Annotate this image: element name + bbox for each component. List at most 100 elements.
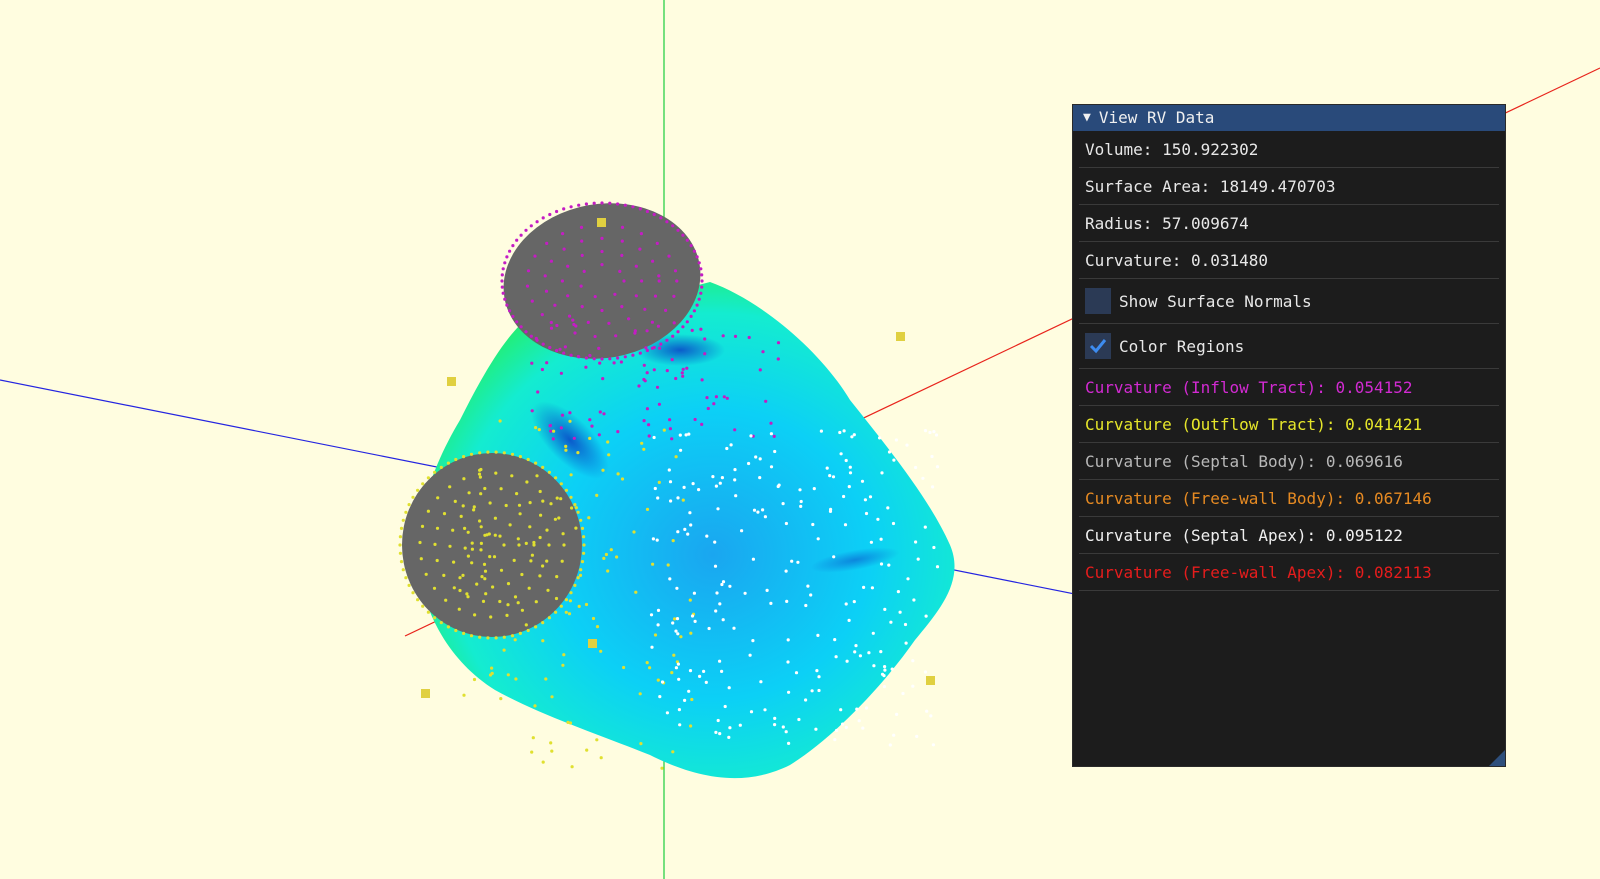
inflow-point (600, 308, 604, 313)
outflow-point (486, 636, 490, 640)
body-point (676, 530, 680, 534)
body-point (718, 732, 722, 736)
color-regions-label[interactable]: Color Regions (1119, 337, 1244, 356)
color-regions-checkbox[interactable] (1085, 333, 1111, 359)
outflow-point (490, 671, 494, 676)
body-point (870, 586, 875, 590)
inflow-point (714, 395, 719, 399)
body-point (852, 433, 856, 437)
inflow-point (545, 361, 549, 365)
outflow-point (660, 766, 664, 770)
outflow-point (463, 526, 467, 531)
body-point (835, 728, 839, 733)
rv-data-panel[interactable]: ▼ View RV Data Volume: 150.922302 Surfac… (1072, 104, 1506, 767)
checkmark-icon (1089, 339, 1107, 354)
inflow-point (674, 376, 678, 381)
inflow-point (577, 203, 581, 207)
outflow-point (524, 541, 528, 546)
inflow-point (562, 351, 566, 355)
inflow-point (524, 228, 528, 232)
resize-grip-icon[interactable] (1489, 750, 1505, 766)
outflow-point (662, 428, 666, 432)
body-point (756, 510, 760, 514)
outflow-point (489, 615, 493, 619)
outflow-point (607, 453, 611, 457)
panel-title-bar[interactable]: ▼ View RV Data (1073, 105, 1505, 131)
show-surface-normals-checkbox[interactable] (1085, 288, 1111, 314)
inflow-point (576, 354, 581, 359)
body-point (713, 540, 717, 544)
inflow-point (562, 247, 566, 251)
outflow-point (486, 450, 490, 454)
body-point (878, 436, 882, 440)
body-point (682, 485, 686, 489)
inflow-point (519, 325, 523, 329)
outflow-point (573, 503, 577, 507)
body-point (898, 610, 902, 614)
body-point (667, 468, 671, 472)
outflow-point (549, 502, 553, 506)
outflow-point (502, 451, 506, 455)
region-curvature-text: Curvature (Free-wall Body): 0.067146 (1085, 488, 1432, 508)
outflow-point (426, 509, 430, 513)
show-surface-normals-checkbox-row[interactable]: Show Surface Normals (1079, 279, 1499, 324)
radius-text: Radius: 57.009674 (1085, 213, 1249, 233)
region-curvature-text: Curvature (Outflow Tract): 0.041421 (1085, 414, 1423, 434)
body-point (931, 485, 935, 489)
outflow-point (525, 480, 529, 484)
inflow-point (703, 337, 707, 341)
inflow-point (505, 303, 509, 307)
body-point (725, 446, 729, 451)
outflow-point (498, 599, 502, 604)
outflow-point (502, 648, 506, 652)
outflow-point (648, 666, 652, 670)
body-point (649, 613, 654, 617)
body-point (676, 496, 680, 500)
inflow-point (700, 273, 704, 277)
inflow-point (712, 402, 716, 406)
inflow-point (655, 385, 660, 389)
inflow-point (667, 254, 671, 258)
body-point (860, 479, 865, 483)
outflow-point (534, 600, 538, 604)
outflow-point (401, 518, 405, 522)
inflow-point (697, 261, 701, 265)
outflow-point (452, 560, 456, 564)
outflow-point (568, 599, 573, 603)
outflow-point (532, 540, 536, 545)
show-surface-normals-label[interactable]: Show Surface Normals (1119, 292, 1312, 311)
outflow-point (480, 575, 484, 579)
body-point (740, 529, 744, 533)
body-point (839, 452, 843, 456)
body-point (901, 691, 905, 696)
body-point (932, 430, 936, 434)
outflow-point (485, 533, 489, 537)
body-point (656, 608, 661, 613)
outflow-point (462, 477, 466, 481)
body-point (776, 484, 780, 489)
body-point (688, 511, 692, 515)
outflow-point (651, 562, 655, 566)
outflow-point (479, 548, 483, 552)
region-curvature-inflow-tract: Curvature (Inflow Tract): 0.054152 (1079, 369, 1499, 406)
body-point (683, 698, 687, 703)
outflow-point (466, 595, 470, 599)
color-regions-checkbox-row[interactable]: Color Regions (1079, 324, 1499, 369)
outflow-point (421, 604, 425, 608)
body-point (674, 629, 678, 633)
inflow-point (593, 334, 597, 339)
outflow-point (469, 634, 474, 638)
outflow-point (435, 526, 440, 530)
inflow-point (699, 291, 703, 295)
inflow-point (572, 322, 576, 327)
outflow-point (457, 607, 461, 611)
body-point (886, 506, 890, 510)
body-point (892, 733, 896, 737)
triangle-down-icon[interactable]: ▼ (1083, 105, 1091, 131)
region-curvature-outflow-tract: Curvature (Outflow Tract): 0.041421 (1079, 406, 1499, 443)
outflow-point (493, 516, 497, 520)
outflow-point (538, 535, 542, 540)
outflow-point (576, 510, 580, 514)
inflow-point (535, 220, 539, 224)
body-point (714, 609, 718, 613)
